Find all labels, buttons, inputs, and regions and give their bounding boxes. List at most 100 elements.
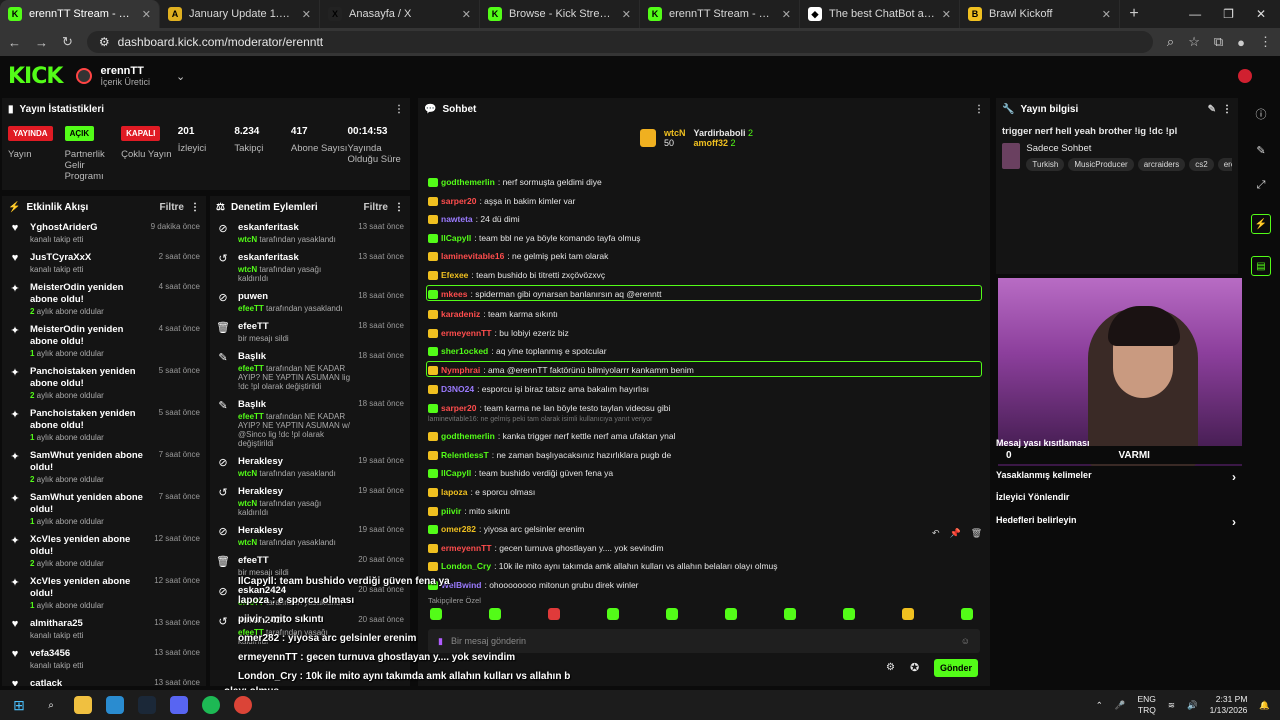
browser-tab[interactable]: X Anasayfa / X ✕ — [320, 0, 480, 28]
chat-username[interactable]: mkees — [441, 289, 467, 299]
filter-button[interactable]: Filtre — [364, 202, 388, 213]
site-info-icon[interactable]: ⚙ — [99, 35, 110, 49]
feed-item-actor[interactable]: efeeTT — [238, 412, 264, 421]
emote-icon[interactable] — [548, 608, 560, 620]
extensions-icon[interactable]: ⧉ — [1214, 34, 1223, 50]
bot-icon[interactable]: ✪ — [910, 661, 919, 674]
emote-icon[interactable] — [725, 608, 737, 620]
close-icon[interactable]: ✕ — [782, 8, 791, 21]
chat-message[interactable]: RelentlessT: ne zaman başlıyacaksınız ha… — [428, 450, 671, 460]
tag-chip[interactable]: MusicProducer — [1068, 158, 1134, 171]
browser-tab[interactable]: KerennTT Stream - Watch Live on Kick ✕ — [640, 0, 800, 28]
info-icon[interactable]: ⓘ — [1256, 106, 1267, 122]
list-item[interactable]: ✦ MeisterOdin yeniden abone oldu! 1 aylık … — [2, 320, 206, 362]
leader-third-name[interactable]: amoff32 — [694, 138, 729, 148]
emote-icon[interactable] — [843, 608, 855, 620]
send-button[interactable]: Gönder — [934, 659, 978, 677]
emote-icon[interactable] — [489, 608, 501, 620]
settings-item[interactable]: Mesaj yası kısıtlaması — [996, 438, 1236, 448]
chat-message[interactable]: karadeniz: team karma sıkıntı — [428, 309, 558, 319]
edit-icon[interactable]: ✎ — [1208, 104, 1216, 115]
list-item[interactable]: ✎ Başlık efeeTT tarafından NE KADAR AYIP? … — [210, 395, 410, 452]
expand-icon[interactable]: ⤢ — [1257, 179, 1266, 192]
zoom-icon[interactable]: ⌕ — [1167, 34, 1174, 50]
list-item[interactable]: ♥ vefa3456 kanalı takip etti 13 saat önce — [2, 644, 206, 674]
chat-username[interactable]: sarper20 — [441, 403, 476, 413]
back-icon[interactable]: ← — [8, 35, 21, 50]
chat-message[interactable]: piivir: mito sıkıntı — [428, 506, 510, 516]
clipboard-icon[interactable]: ▤ — [1251, 256, 1271, 276]
chat-message[interactable]: ermeyennTT: bu lobiyi ezeriz biz — [428, 328, 569, 338]
maximize-icon[interactable]: ❐ — [1223, 7, 1234, 21]
pencil-icon[interactable]: ✎ — [1256, 144, 1265, 157]
feed-item-actor[interactable]: wtcN — [238, 265, 257, 274]
leader-first-name[interactable]: wtcN — [664, 128, 686, 138]
chat-message[interactable]: sarper20: team karma ne lan böyle testo … — [428, 403, 670, 413]
tag-chip[interactable]: eren — [1217, 158, 1232, 171]
chat-username[interactable]: godthemerlin — [441, 177, 495, 187]
chat-message[interactable]: IlCapyIl: team bushido verdiği güven fen… — [428, 468, 613, 478]
kick-logo[interactable]: KICK — [8, 64, 63, 89]
chat-message[interactable]: WelBwind: ohoooooooo mitonun grubu direk… — [428, 580, 639, 590]
more-options-icon[interactable]: ⋮ — [394, 104, 404, 115]
chat-username[interactable]: RelentlessT — [441, 450, 489, 460]
file-explorer-icon[interactable] — [74, 696, 92, 714]
microphone-icon[interactable]: 🎤 — [1115, 700, 1126, 711]
list-item[interactable]: ✎ Başlık efeeTT tarafından NE KADAR AYIP? … — [210, 347, 410, 395]
list-item[interactable]: ♥ YghostAriderG kanalı takip etti 9 dakika … — [2, 218, 206, 248]
chat-username[interactable]: IlCapyIl — [441, 233, 471, 243]
chat-message[interactable]: D3NO24: esporcu işi biraz tatsız ama bak… — [428, 384, 649, 394]
chat-username[interactable]: D3NO24 — [441, 384, 474, 394]
feed-item-actor[interactable]: efeeTT — [238, 304, 264, 313]
language[interactable]: ENG — [1137, 694, 1155, 705]
feed-item-actor[interactable]: wtcN — [238, 499, 257, 508]
chat-message[interactable]: lapoza: e sporcu olması — [428, 487, 535, 497]
feed-item-actor[interactable]: wtcN — [238, 538, 257, 547]
delete-icon[interactable]: 🗑 — [971, 528, 982, 539]
settings-item[interactable]: Hedefleri belirleyin › — [996, 515, 1236, 529]
list-item[interactable]: ♥catlackkanalı takip etti13 saat önce — [2, 674, 206, 686]
list-item[interactable]: ♥ JusTCyraXxX kanalı takip etti 2 saat önce — [2, 248, 206, 278]
bookmark-star-icon[interactable]: ☆ — [1188, 34, 1200, 50]
list-item[interactable]: ⊘ Heraklesy wtcN tarafından yasaklandı 19 s… — [210, 452, 410, 482]
edge-icon[interactable] — [106, 696, 124, 714]
close-icon[interactable]: ✕ — [1102, 8, 1111, 21]
chat-message[interactable]: omer282: yiyosa arc gelsinler erenim — [428, 524, 584, 534]
feed-item-actor[interactable]: wtcN — [238, 235, 257, 244]
browser-tab[interactable]: K Browse - Kick Streaming ✕ — [480, 0, 640, 28]
chat-message[interactable]: IlCapyIl: team bbl ne ya böyle komando t… — [428, 233, 641, 243]
emote-icon[interactable] — [961, 608, 973, 620]
settings-item[interactable]: İzleyici Yönlendir — [996, 492, 1236, 502]
close-icon[interactable]: ✕ — [142, 8, 151, 21]
list-item[interactable]: ⊘ puwen efeeTT tarafından yasaklandı 18 saa… — [210, 287, 410, 317]
list-item[interactable]: ♥ almithara25 kanalı takip etti 13 saat önc… — [2, 614, 206, 644]
chat-username[interactable]: karadeniz — [441, 309, 480, 319]
emote-icon[interactable] — [607, 608, 619, 620]
tag-chip[interactable]: cs2 — [1189, 158, 1214, 171]
chat-username[interactable]: ermeyennTT — [441, 328, 492, 338]
profile-icon[interactable]: ● — [1237, 35, 1245, 50]
list-item[interactable]: 🗑 efeeTT bir mesajı sildi 18 saat önce — [210, 317, 410, 347]
chat-message[interactable]: sher1ocked: aq yine toplanmış e spotcula… — [428, 346, 607, 356]
leader-second-name[interactable]: Yardirbaboli — [694, 128, 746, 138]
clock-time[interactable]: 2:31 PM — [1210, 694, 1248, 705]
list-item[interactable]: ↺ Heraklesy wtcN tarafından yasağı kaldırı… — [210, 482, 410, 521]
list-item[interactable]: ⊘ Heraklesy wtcN tarafından yasaklandı 19 s… — [210, 521, 410, 551]
wifi-icon[interactable]: ≋ — [1168, 700, 1175, 711]
new-tab-icon[interactable]: + — [1120, 5, 1148, 23]
chevron-up-icon[interactable]: ⌃ — [1096, 700, 1103, 711]
chat-username[interactable]: Efexee — [441, 270, 468, 280]
chat-username[interactable]: ermeyennTT — [441, 543, 492, 553]
browser-tab[interactable]: ◆ The best ChatBot and Widgets ✕ — [800, 0, 960, 28]
close-icon[interactable]: ✕ — [942, 8, 951, 21]
feed-item-actor[interactable]: wtcN — [238, 469, 257, 478]
lightning-icon[interactable]: ⚡ — [1251, 214, 1271, 234]
chat-message[interactable]: nawteta: 24 dü dimi — [428, 214, 520, 224]
chat-message[interactable]: godthemerlin: kanka trigger nerf kettle … — [428, 431, 676, 441]
filter-button[interactable]: Filtre — [160, 202, 184, 213]
emoji-icon[interactable]: ☺ — [961, 636, 970, 646]
emote-icon[interactable] — [902, 608, 914, 620]
emote-icon[interactable] — [784, 608, 796, 620]
close-icon[interactable]: ✕ — [622, 8, 631, 21]
more-options-icon[interactable]: ⋮ — [1222, 104, 1232, 115]
